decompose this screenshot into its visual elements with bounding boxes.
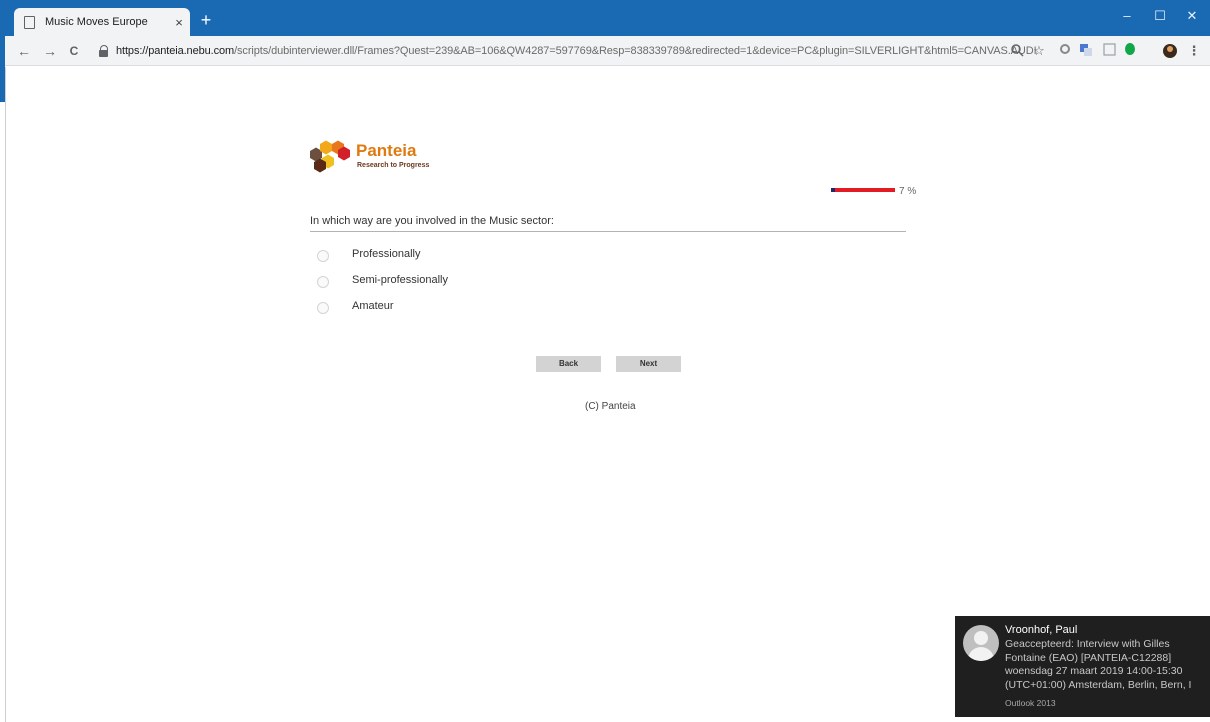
extension-icon[interactable]	[1057, 43, 1073, 59]
new-tab-button[interactable]: +	[196, 11, 216, 31]
page-icon	[24, 15, 35, 29]
star-icon[interactable]: ☆	[1031, 43, 1047, 59]
zoom-icon[interactable]	[1009, 43, 1025, 59]
back-icon[interactable]: ←	[15, 42, 33, 60]
minimize-button[interactable]: –	[1112, 6, 1142, 26]
browser-tab[interactable]: Music Moves Europe ×	[14, 8, 190, 36]
reload-icon[interactable]: C	[65, 42, 83, 60]
progress-bar	[831, 188, 895, 192]
brand-tagline: Research to Progress	[357, 162, 430, 169]
tab-title: Music Moves Europe	[45, 16, 148, 28]
notification-sender: Vroonhof, Paul	[1005, 624, 1078, 636]
profile-icon[interactable]	[1162, 43, 1178, 59]
option-label[interactable]: Semi-professionally	[352, 274, 448, 286]
close-window-button[interactable]: ✕	[1177, 6, 1207, 26]
avatar	[963, 625, 999, 661]
window-titlebar: Music Moves Europe × + – ☐ ✕	[0, 0, 1210, 36]
radio-button[interactable]	[317, 250, 329, 262]
radio-button[interactable]	[317, 276, 329, 288]
progress-fill	[831, 188, 836, 192]
option-professionally[interactable]: Professionally	[317, 248, 420, 264]
notification-toast[interactable]: Vroonhof, Paul Geaccepteerd: Interview w…	[955, 616, 1210, 717]
menu-icon[interactable]: ⋮	[1186, 43, 1202, 59]
pdf-icon[interactable]	[1101, 43, 1117, 59]
browser-toolbar: ← → C https://panteia.nebu.com/scripts/d…	[5, 36, 1210, 66]
notification-app: Outlook 2013	[1005, 698, 1056, 708]
option-label[interactable]: Professionally	[352, 248, 420, 260]
translate-icon[interactable]	[1078, 43, 1094, 59]
next-button[interactable]: Next	[616, 356, 681, 372]
lock-icon	[98, 45, 110, 57]
back-button[interactable]: Back	[536, 356, 601, 372]
question-divider	[310, 231, 906, 232]
radio-button[interactable]	[317, 302, 329, 314]
notification-message: Geaccepteerd: Interview with Gilles Font…	[1005, 638, 1192, 691]
address-bar[interactable]: https://panteia.nebu.com/scripts/dubinte…	[92, 40, 1037, 62]
option-amateur[interactable]: Amateur	[317, 300, 394, 316]
url-host: https://panteia.nebu.com	[116, 45, 235, 57]
tab-close-icon[interactable]: ×	[168, 15, 190, 30]
url-text[interactable]: https://panteia.nebu.com/scripts/dubinte…	[116, 45, 1037, 57]
question-text: In which way are you involved in the Mus…	[310, 215, 554, 227]
forward-icon[interactable]: →	[41, 42, 59, 60]
url-path: /scripts/dubinterviewer.dll/Frames?Quest…	[234, 45, 1037, 57]
copyright-text: (C) Panteia	[585, 401, 636, 412]
option-semi-professionally[interactable]: Semi-professionally	[317, 274, 448, 290]
leaf-icon[interactable]	[1122, 43, 1138, 59]
maximize-button[interactable]: ☐	[1145, 6, 1175, 26]
progress-label: 7 %	[899, 186, 917, 197]
brand-name: Panteia	[356, 141, 417, 160]
option-label[interactable]: Amateur	[352, 300, 394, 312]
